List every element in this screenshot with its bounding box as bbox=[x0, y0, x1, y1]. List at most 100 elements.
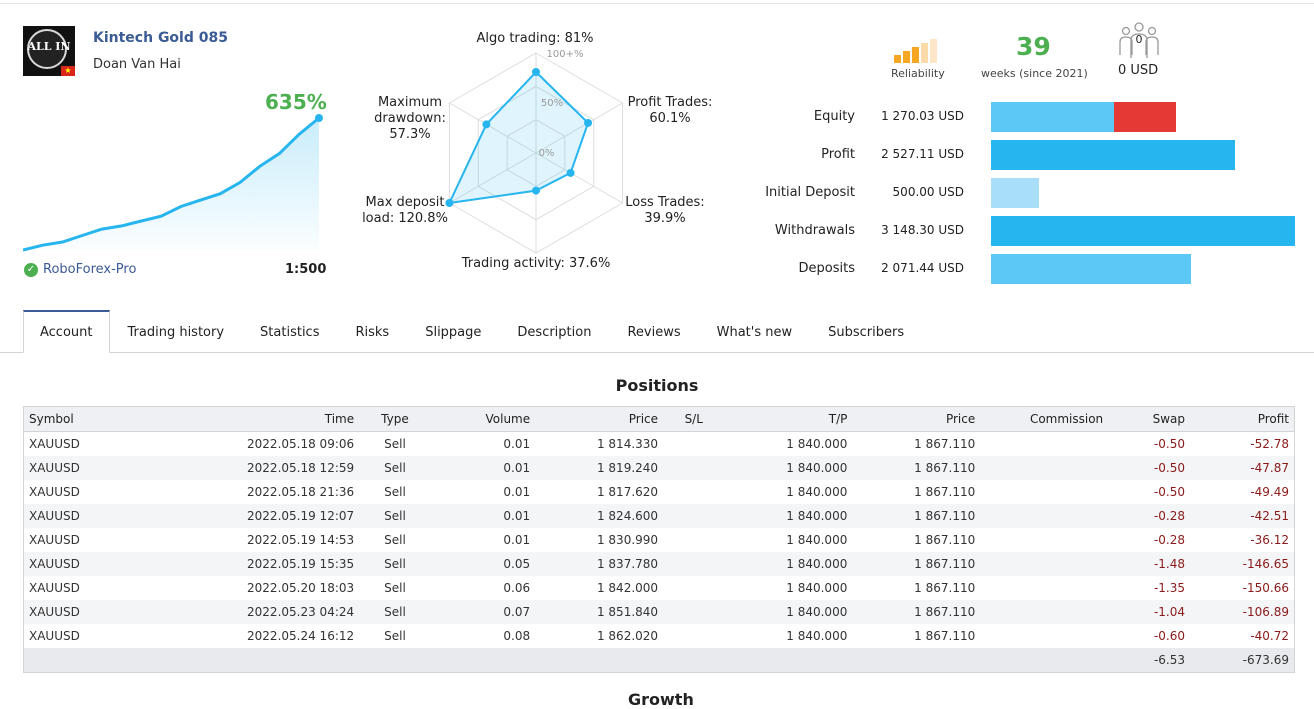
cell-time: 2022.05.18 09:06 bbox=[247, 437, 355, 451]
col-profit-header[interactable]: Profit bbox=[1190, 406, 1295, 432]
cell-volume: 0.01 bbox=[430, 504, 536, 528]
initial-deposit-row: Initial Deposit 500.00 USD bbox=[740, 178, 1310, 208]
cell-volume: 0.05 bbox=[430, 552, 536, 576]
cell-type: Sell bbox=[384, 581, 406, 595]
cell-profit: -106.89 bbox=[1190, 600, 1295, 624]
signal-name-link[interactable]: Kintech Gold 085 bbox=[93, 30, 228, 46]
cell-swap: -0.28 bbox=[1153, 533, 1186, 547]
cell-commission bbox=[980, 624, 1108, 648]
cell-time: 2022.05.20 18:03 bbox=[247, 581, 355, 595]
cell-profit: -36.12 bbox=[1250, 533, 1289, 547]
equity-row: Equity 1 270.03 USD bbox=[740, 102, 1310, 132]
tab-account[interactable]: Account bbox=[23, 310, 110, 353]
cell-swap: -0.28 bbox=[1108, 504, 1191, 528]
cell-profit: -40.72 bbox=[1250, 629, 1289, 643]
col-t-p-header[interactable]: T/P bbox=[724, 406, 853, 432]
subscribers-count: 0 bbox=[1135, 33, 1143, 46]
table-row: XAUUSD 2022.05.19 15:35 Sell 0.05 1 837.780 1… bbox=[23, 552, 1295, 576]
col-volume-header[interactable]: Volume bbox=[430, 406, 536, 432]
cell-swap: -1.04 bbox=[1108, 600, 1191, 624]
cell-price: 1 867.110 bbox=[852, 552, 981, 576]
radar-data-polygon bbox=[447, 70, 590, 205]
cell-s-l bbox=[663, 504, 725, 528]
growth-chart bbox=[23, 114, 323, 252]
cell-swap: -1.35 bbox=[1153, 581, 1186, 595]
cell-price: 1 867.110 bbox=[914, 581, 976, 595]
profit-row: Profit 2 527.11 USD bbox=[740, 140, 1310, 170]
check-shield-icon: ✓ bbox=[24, 262, 38, 277]
radar-label-max-drawdown-value: 57.3% bbox=[389, 127, 431, 142]
initial-deposit-label: Initial Deposit bbox=[765, 185, 855, 200]
table-row: XAUUSD 2022.05.19 12:07 Sell 0.01 1 824.600 1… bbox=[23, 504, 1295, 528]
top-divider bbox=[0, 3, 1314, 4]
cell-commission bbox=[980, 456, 1109, 480]
deposits-bar bbox=[991, 254, 1192, 284]
profit-bar bbox=[991, 140, 1236, 170]
cell-price: 1 830.990 bbox=[596, 533, 659, 547]
cell-type: Sell bbox=[384, 485, 406, 499]
broker-name: RoboForex-Pro bbox=[43, 262, 137, 277]
cell-type: Sell bbox=[384, 629, 406, 643]
cell-t-p: 1 840.000 bbox=[724, 600, 853, 624]
signal-avatar[interactable]: ALL IN ★ bbox=[23, 26, 75, 76]
cell-symbol: XAUUSD bbox=[23, 456, 135, 480]
profit-value: 2 527.11 USD bbox=[881, 147, 964, 161]
cell-type: Sell bbox=[384, 437, 406, 451]
tab-what-s-new[interactable]: What's new bbox=[699, 310, 811, 353]
cell-commission bbox=[980, 576, 1108, 600]
cell-volume: 0.01 bbox=[430, 456, 536, 480]
cell-t-p: 1 840.000 bbox=[724, 552, 853, 576]
positions-header-row: Symbol Time Type Volume Price S/L T/P Price Comm… bbox=[23, 406, 1295, 432]
radar-label-max-drawdown-title: Maximum bbox=[377, 95, 443, 110]
col-type-header[interactable]: Type bbox=[359, 406, 431, 432]
total-swap: -6.53 bbox=[1108, 648, 1191, 673]
deposits-row: Deposits 2 071.44 USD bbox=[740, 254, 1310, 284]
initial-deposit-value: 500.00 USD bbox=[892, 185, 964, 199]
cell-type: Sell bbox=[384, 533, 406, 547]
cell-price: 1 867.110 bbox=[852, 504, 981, 528]
tab-reviews[interactable]: Reviews bbox=[609, 310, 698, 353]
cell-price: 1 824.600 bbox=[535, 504, 664, 528]
radar-scale-0: 0% bbox=[538, 148, 555, 159]
cell-time: 2022.05.23 04:24 bbox=[134, 600, 360, 624]
tab-slippage[interactable]: Slippage bbox=[407, 310, 499, 353]
tab-description[interactable]: Description bbox=[499, 310, 609, 353]
growth-end-point bbox=[315, 114, 323, 122]
reliability-bars-icon[interactable] bbox=[893, 38, 945, 63]
cell-t-p: 1 840.000 bbox=[786, 581, 848, 595]
radar-point bbox=[532, 186, 540, 195]
table-row: XAUUSD 2022.05.23 04:24 Sell 0.07 1 851.840 1… bbox=[23, 600, 1295, 624]
col-commission-header[interactable]: Commission bbox=[980, 406, 1109, 432]
col-price-header[interactable]: Price bbox=[852, 406, 981, 432]
author-name[interactable]: Doan Van Hai bbox=[93, 57, 181, 72]
cell-symbol: XAUUSD bbox=[29, 437, 80, 451]
col-s-l-header[interactable]: S/L bbox=[663, 406, 725, 432]
cell-volume: 0.06 bbox=[503, 581, 531, 595]
tab-subscribers[interactable]: Subscribers bbox=[810, 310, 922, 353]
cell-t-p: 1 840.000 bbox=[724, 504, 853, 528]
reliability-label: Reliability bbox=[891, 67, 945, 80]
profit-label: Profit bbox=[821, 147, 855, 162]
positions-body: XAUUSD 2022.05.18 09:06 Sell 0.01 1 814.330 1… bbox=[23, 432, 1295, 649]
cell-price: 1 867.110 bbox=[914, 629, 976, 643]
col-price-header[interactable]: Price bbox=[535, 406, 664, 432]
col-time-header[interactable]: Time bbox=[134, 406, 360, 432]
table-row: XAUUSD 2022.05.18 12:59 Sell 0.01 1 819.240 1… bbox=[23, 456, 1295, 480]
leverage-value: 1:500 bbox=[285, 262, 327, 277]
col-swap-header[interactable]: Swap bbox=[1108, 406, 1191, 432]
deposits-value: 2 071.44 USD bbox=[881, 261, 964, 275]
cell-commission bbox=[980, 528, 1108, 552]
cell-time: 2022.05.18 12:59 bbox=[134, 456, 360, 480]
broker-link[interactable]: ✓ RoboForex-Pro bbox=[24, 262, 136, 277]
radar-label-max-drawdown: Maximum drawdown: 57.3% bbox=[365, 95, 455, 143]
withdrawals-label: Withdrawals bbox=[774, 223, 855, 238]
cell-t-p: 1 840.000 bbox=[786, 437, 848, 451]
cell-profit: -52.78 bbox=[1250, 437, 1289, 451]
tab-trading-history[interactable]: Trading history bbox=[110, 310, 243, 353]
cell-type: Sell bbox=[359, 504, 431, 528]
tab-risks[interactable]: Risks bbox=[337, 310, 407, 353]
col-symbol-header[interactable]: Symbol bbox=[23, 406, 135, 432]
subscribers-funds: 0 USD bbox=[1118, 63, 1159, 78]
total-profit: -673.69 bbox=[1190, 648, 1295, 673]
tab-statistics[interactable]: Statistics bbox=[242, 310, 337, 353]
